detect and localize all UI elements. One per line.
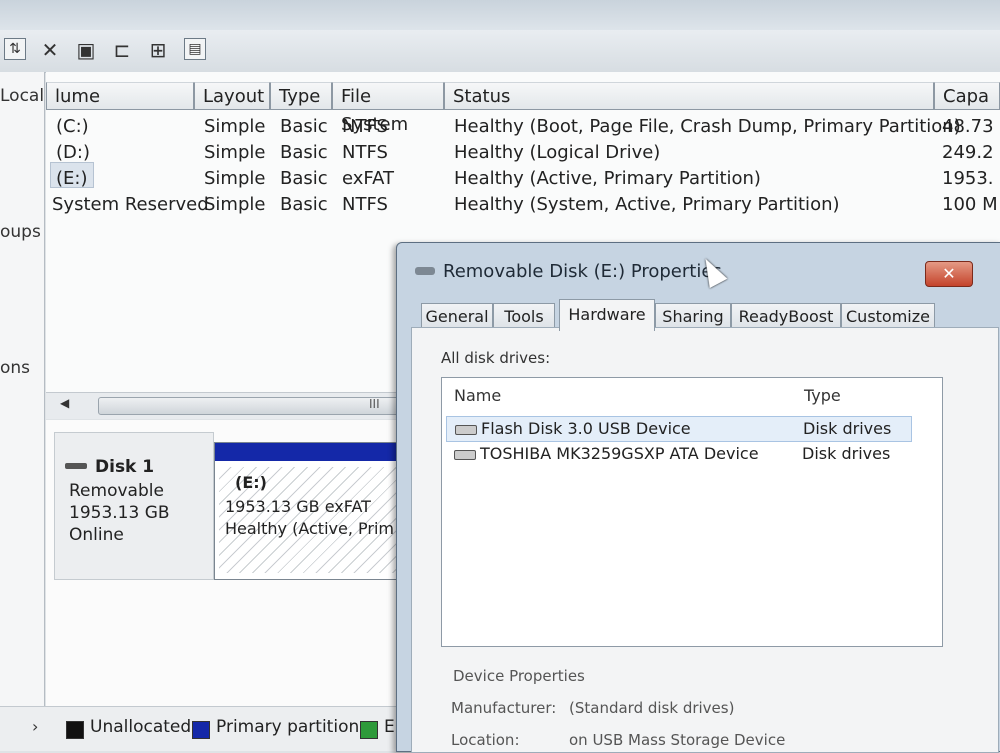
table-row-capacity: 48.73 — [942, 116, 994, 137]
table-row-status: Healthy (System, Active, Primary Partiti… — [454, 194, 840, 215]
legend-bar: › Unallocated Primary partition E — [0, 706, 400, 751]
table-row-capacity: 100 M — [942, 194, 998, 215]
legend-unallocated-label: Unallocated — [90, 717, 192, 737]
primary-partition-bar — [215, 443, 405, 461]
drive-type: Disk drives — [803, 419, 892, 438]
table-row-capacity: 1953. — [942, 168, 994, 189]
table-row-fs: exFAT — [342, 168, 395, 189]
table-row-layout: Simple — [204, 194, 266, 215]
device-properties-heading: Device Properties — [453, 667, 585, 685]
table-row-type: Basic — [280, 116, 328, 137]
rescan-icon[interactable]: ▤ — [184, 38, 206, 60]
close-button[interactable]: ✕ — [925, 261, 973, 287]
location-value: on USB Mass Storage Device — [569, 731, 786, 749]
help-icon[interactable]: ⊞ — [146, 38, 170, 62]
legend-primary-swatch — [192, 721, 210, 739]
table-row-capacity: 249.2 — [942, 142, 994, 163]
table-row-type: Basic — [280, 194, 328, 215]
legend-extended-swatch — [360, 721, 378, 739]
table-row-fs: NTFS — [342, 116, 388, 137]
removable-disk-icon — [415, 267, 435, 275]
open-folder-icon[interactable]: ⊏ — [110, 38, 134, 62]
tab-customize[interactable]: Customize — [841, 303, 935, 329]
table-row-type: Basic — [280, 168, 328, 189]
nav-item-options[interactable]: ons — [0, 358, 30, 378]
table-row-volume[interactable]: (E:) — [56, 168, 87, 189]
column-header-capacity[interactable]: Capa — [934, 82, 1000, 110]
table-row-fs: NTFS — [342, 142, 388, 163]
delete-icon[interactable]: ✕ — [38, 38, 62, 62]
location-label: Location: — [451, 731, 520, 749]
disk-label-panel[interactable]: Disk 1 Removable 1953.13 GB Online — [54, 432, 214, 580]
scroll-left-arrow-icon[interactable]: ◀ — [60, 396, 69, 410]
dialog-title: Removable Disk (E:) Properties — [443, 261, 722, 282]
tab-readyboost[interactable]: ReadyBoost — [731, 303, 841, 329]
drive-name: TOSHIBA MK3259GSXP ATA Device — [480, 444, 759, 463]
list-header-name[interactable]: Name — [454, 378, 501, 412]
legend-extended-label: E — [384, 717, 395, 737]
tab-tools[interactable]: Tools — [493, 303, 555, 329]
tab-hardware[interactable]: Hardware — [559, 299, 655, 331]
horizontal-scrollbar[interactable]: ◀ III — [46, 392, 406, 419]
table-row-volume[interactable]: (C:) — [56, 116, 89, 137]
properties-icon[interactable]: ▣ — [74, 38, 98, 62]
column-header-filesystem[interactable]: File System — [332, 82, 444, 135]
tab-sharing[interactable]: Sharing — [655, 303, 731, 329]
table-row-status: Healthy (Boot, Page File, Crash Dump, Pr… — [454, 116, 961, 137]
toolbar: ⇅ ✕ ▣ ⊏ ⊞ ▤ — [0, 30, 1000, 73]
list-item[interactable]: TOSHIBA MK3259GSXP ATA Device Disk drive… — [446, 442, 910, 466]
disk-drives-list[interactable]: Name Type Flash Disk 3.0 USB Device Disk… — [441, 377, 943, 647]
legend-unallocated-swatch — [66, 721, 84, 739]
column-header-volume[interactable]: lume — [46, 82, 194, 110]
legend-scroll-arrow-icon[interactable]: › — [32, 717, 38, 736]
disk-state: Online — [69, 525, 124, 545]
legend-primary-label: Primary partition — [216, 717, 360, 737]
tab-general[interactable]: General — [421, 303, 493, 329]
table-row-layout: Simple — [204, 168, 266, 189]
column-header-status[interactable]: Status — [444, 82, 934, 110]
table-row-status: Healthy (Active, Primary Partition) — [454, 168, 761, 189]
nav-item-local[interactable]: Local — [0, 86, 44, 106]
table-row-layout: Simple — [204, 116, 266, 137]
table-row-layout: Simple — [204, 142, 266, 163]
disk-drive-icon — [455, 425, 477, 435]
table-row-volume[interactable]: (D:) — [56, 142, 90, 163]
table-row-volume[interactable]: System Reserved — [52, 194, 209, 215]
all-disk-drives-label: All disk drives: — [441, 349, 551, 367]
scrollbar-thumb[interactable]: III — [98, 397, 400, 415]
window-top-strip — [0, 0, 1000, 30]
column-header-layout[interactable]: Layout — [194, 82, 270, 110]
drive-type: Disk drives — [802, 444, 891, 463]
left-nav-pane: Local oups ons — [0, 72, 45, 750]
table-row-type: Basic — [280, 142, 328, 163]
properties-dialog: Removable Disk (E:) Properties ✕ General… — [396, 242, 1000, 753]
disk-drive-icon — [65, 463, 87, 469]
table-row-fs: NTFS — [342, 194, 388, 215]
partition-detail: 1953.13 GB exFAT — [225, 497, 371, 516]
partition-block[interactable]: (E:) 1953.13 GB exFAT Healthy (Active, P… — [214, 442, 406, 580]
table-row-status: Healthy (Logical Drive) — [454, 142, 661, 163]
disk-size: 1953.13 GB — [69, 503, 170, 523]
partition-status: Healthy (Active, Prim — [225, 519, 394, 538]
disk-map-area: Disk 1 Removable 1953.13 GB Online (E:) … — [46, 420, 406, 720]
scrollbar-grip-icon: III — [369, 397, 380, 411]
column-header-type[interactable]: Type — [270, 82, 332, 110]
manufacturer-label: Manufacturer: — [451, 699, 557, 717]
disk-drive-icon — [454, 450, 476, 460]
partition-label: (E:) — [235, 473, 267, 492]
drive-name: Flash Disk 3.0 USB Device — [481, 419, 691, 438]
disk-kind: Removable — [69, 481, 164, 501]
refresh-icon[interactable]: ⇅ — [4, 38, 26, 60]
disk-name: Disk 1 — [95, 457, 155, 477]
list-header-type[interactable]: Type — [804, 378, 841, 412]
manufacturer-value: (Standard disk drives) — [569, 699, 735, 717]
nav-item-groups[interactable]: oups — [0, 222, 41, 242]
list-item[interactable]: Flash Disk 3.0 USB Device Disk drives — [446, 416, 912, 442]
